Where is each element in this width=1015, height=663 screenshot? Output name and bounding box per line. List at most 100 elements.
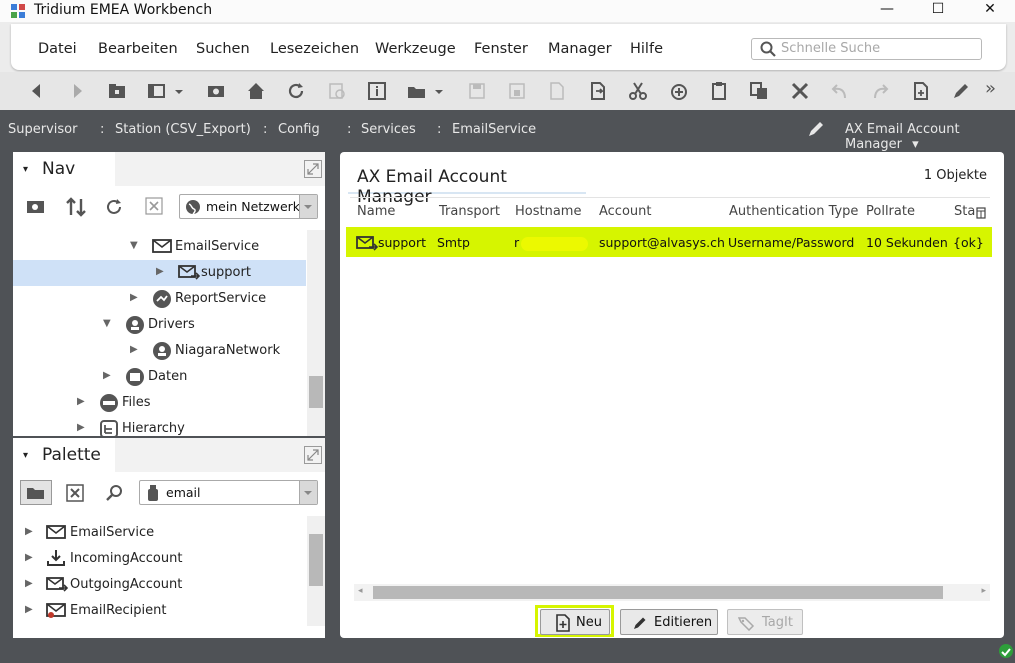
menu-bearbeiten[interactable]: Bearbeiten [98,41,178,57]
new-button[interactable]: Neu [540,609,610,635]
menu-werkzeuge[interactable]: Werkzeuge [375,41,456,57]
sort-icon[interactable] [65,197,87,221]
menu-lesezeichen[interactable]: Lesezeichen [270,41,359,57]
palette-tab[interactable]: ▾ Palette [13,438,115,472]
tree-item-daten[interactable]: ▶ Daten [13,364,306,390]
palette-item-incomingaccount[interactable]: ▶ IncomingAccount [13,546,306,572]
back-icon[interactable] [26,80,48,102]
tree-item-niagaranetwork[interactable]: ▶ NiagaraNetwork [13,338,306,364]
collapsed-arrow-icon[interactable]: ▶ [25,578,33,589]
refresh-icon[interactable] [285,80,307,102]
menu-suchen[interactable]: Suchen [196,41,250,57]
copy-icon[interactable] [748,80,770,102]
collapse-caret-icon[interactable]: ▾ [23,450,28,461]
refresh-icon[interactable] [104,197,124,221]
palette-item-emailrecipient[interactable]: ▶ EmailRecipient [13,598,306,624]
collapsed-arrow-icon[interactable]: ▶ [25,552,33,563]
expanded-arrow-icon[interactable]: ▼ [130,240,138,251]
crumb-station[interactable]: Station (CSV_Export) [115,122,251,137]
open-folder-icon[interactable] [406,80,428,102]
tree-item-hierarchy[interactable]: ▶ Hierarchy [13,416,306,436]
menu-fenster[interactable]: Fenster [474,41,528,57]
maximize-panel-icon[interactable] [304,446,322,464]
window-dropdown-icon[interactable] [173,80,185,102]
cut-icon[interactable] [627,80,649,102]
collapsed-arrow-icon[interactable]: ▶ [25,604,33,615]
edit-button[interactable]: Editieren [620,609,718,635]
maximize-panel-icon[interactable] [304,160,322,178]
palette-module-select[interactable]: email [139,480,318,505]
palette-item-emailservice[interactable]: ▶ EmailService [13,520,306,546]
home-icon[interactable] [245,80,267,102]
collapsed-arrow-icon[interactable]: ▶ [130,344,138,355]
tree-item-support[interactable]: ▶ support [13,260,306,286]
collapsed-arrow-icon[interactable]: ▶ [77,422,85,433]
new-folder-icon[interactable] [25,197,47,221]
open-palette-button[interactable] [20,480,52,505]
menu-manager[interactable]: Manager [548,41,612,57]
collapse-caret-icon[interactable]: ▾ [23,164,28,175]
menu-hilfe[interactable]: Hilfe [630,41,663,57]
quick-search-input[interactable]: Schnelle Suche [751,38,982,60]
collapsed-arrow-icon[interactable]: ▶ [130,292,138,303]
crumb-emailservice[interactable]: EmailService [452,122,536,137]
crumb-config[interactable]: Config [278,122,320,137]
manager-tab[interactable]: AX Email Account Manager [348,158,586,207]
palette-scrollbar[interactable] [307,516,325,626]
minimize-button[interactable]: — [872,1,902,21]
edit-icon[interactable] [950,80,972,102]
tree-item-reportservice[interactable]: ▶ ReportService [13,286,306,312]
column-header-status[interactable]: Sta [954,204,975,219]
crumb-services[interactable]: Services [361,122,416,137]
close-button[interactable]: ✕ [975,1,1005,21]
document-arrow-icon[interactable] [587,80,609,102]
tree-item-drivers[interactable]: ▼ Drivers [13,312,306,338]
info-icon[interactable] [366,80,388,102]
pencil-icon[interactable] [806,119,826,139]
collapsed-arrow-icon[interactable]: ▶ [103,370,111,381]
nav-tab[interactable]: ▾ Nav [13,152,115,186]
column-header-account[interactable]: Account [599,204,652,219]
add-icon[interactable] [668,80,690,102]
scroll-right-arrow-icon[interactable]: ▸ [981,586,986,596]
expanded-arrow-icon[interactable]: ▼ [103,318,111,329]
close-palette-icon[interactable] [66,484,84,506]
nav-scrollbar[interactable] [307,230,325,436]
folder-icon[interactable] [106,80,128,102]
nav-scroll-thumb[interactable] [309,376,323,408]
find-palette-icon[interactable] [105,483,125,507]
new-document-icon[interactable] [910,80,932,102]
window-icon[interactable] [146,80,168,102]
close-icon[interactable] [145,197,163,219]
more-icon[interactable]: » [985,78,1007,100]
scroll-left-arrow-icon[interactable]: ◂ [358,586,363,596]
delete-icon[interactable] [789,80,811,102]
chevron-down-icon[interactable] [299,195,317,218]
tagit-button[interactable]: TagIt [727,609,803,635]
screenshot-icon[interactable] [205,80,227,102]
collapsed-arrow-icon[interactable]: ▶ [25,526,33,537]
collapsed-arrow-icon[interactable]: ▶ [77,396,85,407]
open-dropdown-icon[interactable] [433,80,445,102]
tree-item-files[interactable]: ▶ Files [13,390,306,416]
collapsed-arrow-icon[interactable]: ▶ [156,266,164,277]
column-header-pollrate[interactable]: Pollrate [866,204,915,219]
column-chooser-icon[interactable] [976,204,986,223]
palette-item-outgoingaccount[interactable]: ▶ OutgoingAccount [13,572,306,598]
column-header-hostname[interactable]: Hostname [515,204,581,219]
table-scroll-thumb[interactable] [373,586,943,599]
tree-item-emailservice[interactable]: ▼ EmailService [13,234,306,260]
clipboard-icon[interactable] [708,80,730,102]
table-horizontal-scrollbar[interactable]: ◂ ▸ [354,584,990,601]
forward-icon[interactable] [66,80,88,102]
column-header-name[interactable]: Name [357,204,395,219]
menu-datei[interactable]: Datei [38,41,77,57]
crumb-supervisor[interactable]: Supervisor [8,122,77,137]
column-header-auth-type[interactable]: Authentication Type [729,204,858,219]
palette-scroll-thumb[interactable] [309,534,323,586]
column-header-transport[interactable]: Transport [439,204,500,219]
manager-view-selector[interactable]: AX Email Account Manager ▾ [845,122,1015,152]
chevron-down-icon[interactable] [299,481,317,504]
maximize-button[interactable]: ☐ [923,1,953,21]
network-select[interactable]: mein Netzwerk [179,194,318,219]
